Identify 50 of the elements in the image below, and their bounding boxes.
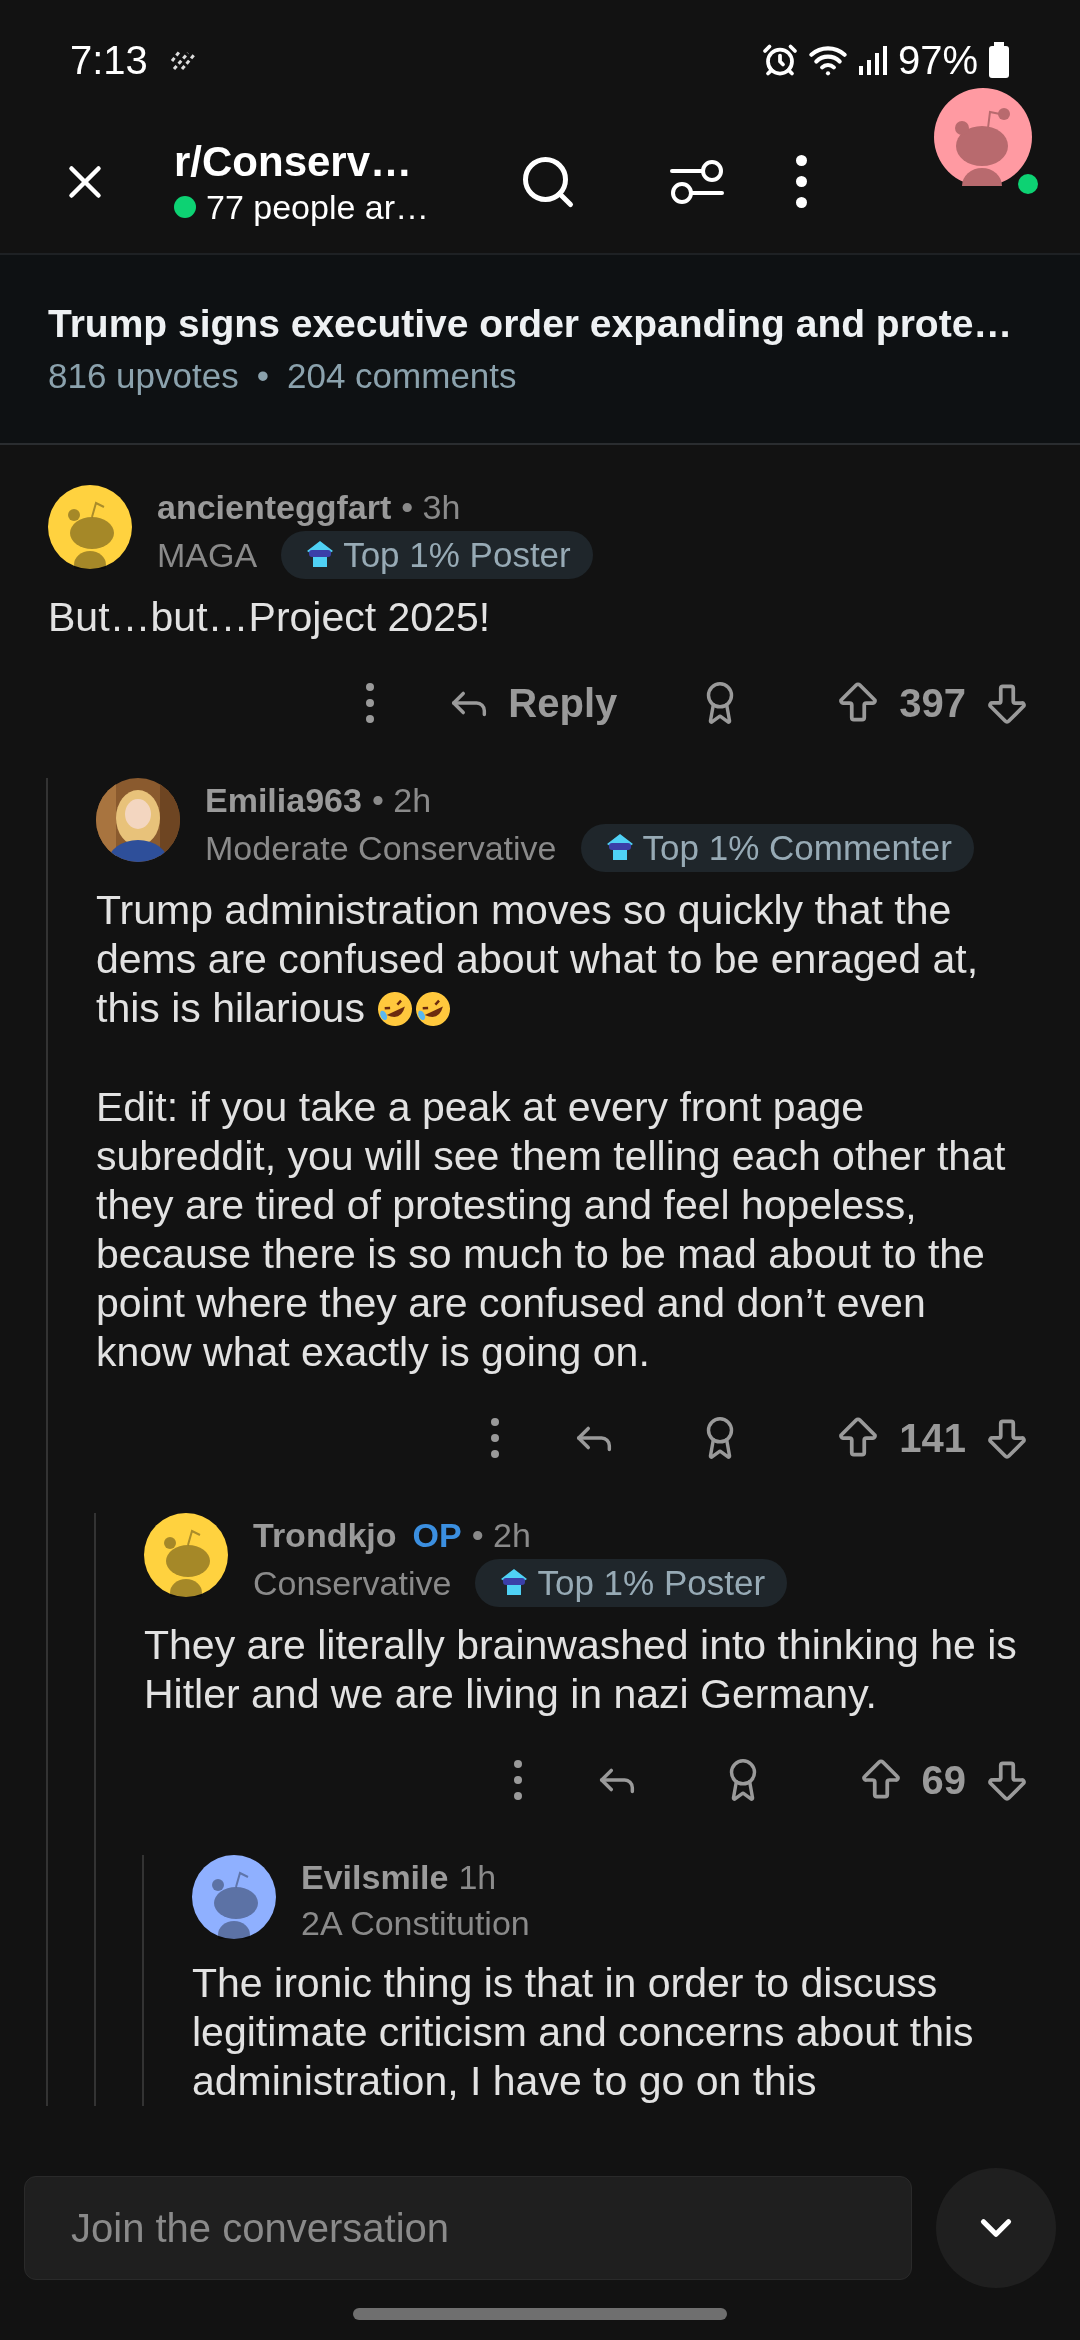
- laughing-emoji-icon: [414, 990, 453, 1028]
- comment-text: They are literally brainwashed into thinking he is Hitler and we are living in nazi Germany.: [144, 1621, 1018, 1719]
- username[interactable]: Evilsmile: [301, 1855, 449, 1899]
- more-icon: [491, 1418, 500, 1458]
- filter-button[interactable]: [668, 159, 726, 204]
- user-flair: MAGA: [157, 535, 258, 576]
- subreddit-title: r/Conserv…: [174, 136, 414, 187]
- comment-text: Trump administration moves so quickly that the dems are confused about what to be enraged at, this is hilarious: [96, 886, 980, 1033]
- battery-percentage: 97%: [897, 37, 978, 84]
- vote-count: 397: [899, 680, 966, 727]
- post-stat: 204 comments: [287, 355, 517, 397]
- laughing-emoji-icon: [376, 990, 415, 1028]
- timestamp: • 3h: [401, 487, 461, 528]
- more-button[interactable]: [796, 155, 807, 208]
- more-options-button[interactable]: [513, 1760, 522, 1800]
- op-tag: OP: [412, 1513, 462, 1557]
- post-stat: 816 upvotes: [48, 355, 239, 397]
- user-flair: 2A Constitution: [301, 1903, 530, 1944]
- separator-dot: •: [256, 355, 269, 397]
- achievement-badge: Top 1% Poster: [281, 531, 593, 579]
- user-flair: Moderate Conservative: [205, 828, 557, 869]
- clock: 7:13: [70, 37, 148, 84]
- username[interactable]: ancienteggfart: [157, 485, 392, 529]
- user-flair: Conservative: [253, 1563, 452, 1604]
- alarm-icon: [761, 42, 798, 78]
- post-title: Trump signs executive order expanding and prote…: [48, 301, 1014, 347]
- vote-count: 69: [921, 1757, 966, 1804]
- comment-input-field[interactable]: Join the conversation: [24, 2176, 912, 2280]
- username[interactable]: Emilia963: [205, 778, 362, 822]
- comment-text: Edit: if you take a peak at every front page subreddit, you will see them telling each other that they are tired of protesting and feel hopeless, because there is so much to be mad about to the point where they are confused and don’t even know what exactly is going on.: [96, 1083, 1007, 1377]
- more-icon: [796, 155, 807, 208]
- profile-avatar[interactable]: [934, 88, 1032, 186]
- more-options-button[interactable]: [366, 683, 375, 723]
- username[interactable]: Trondkjo: [253, 1513, 397, 1557]
- timestamp: 1h: [458, 1857, 497, 1898]
- battery-icon: [988, 42, 1010, 78]
- comment-text: The ironic thing is that in order to discuss legitimate criticism and concerns about this administration, I have to go on this: [192, 1959, 975, 2106]
- online-count: 77 people ar…: [206, 186, 430, 227]
- timestamp: • 2h: [471, 1515, 531, 1556]
- vote-count: 141: [899, 1415, 966, 1462]
- achievement-badge: Top 1% Poster: [475, 1559, 788, 1607]
- timestamp: • 2h: [371, 780, 432, 821]
- reply-button[interactable]: Reply: [446, 673, 618, 733]
- more-icon: [513, 1760, 522, 1800]
- achievement-badge: Top 1% Commenter: [580, 824, 974, 872]
- more-options-button[interactable]: [491, 1418, 500, 1458]
- signal-icon: [857, 44, 888, 76]
- post-summary-card[interactable]: Trump signs executive order expanding and prote… 816 upvotes • 204 comments: [0, 255, 1080, 445]
- more-icon: [366, 683, 375, 723]
- comment-text: But…but…Project 2025!: [48, 593, 492, 642]
